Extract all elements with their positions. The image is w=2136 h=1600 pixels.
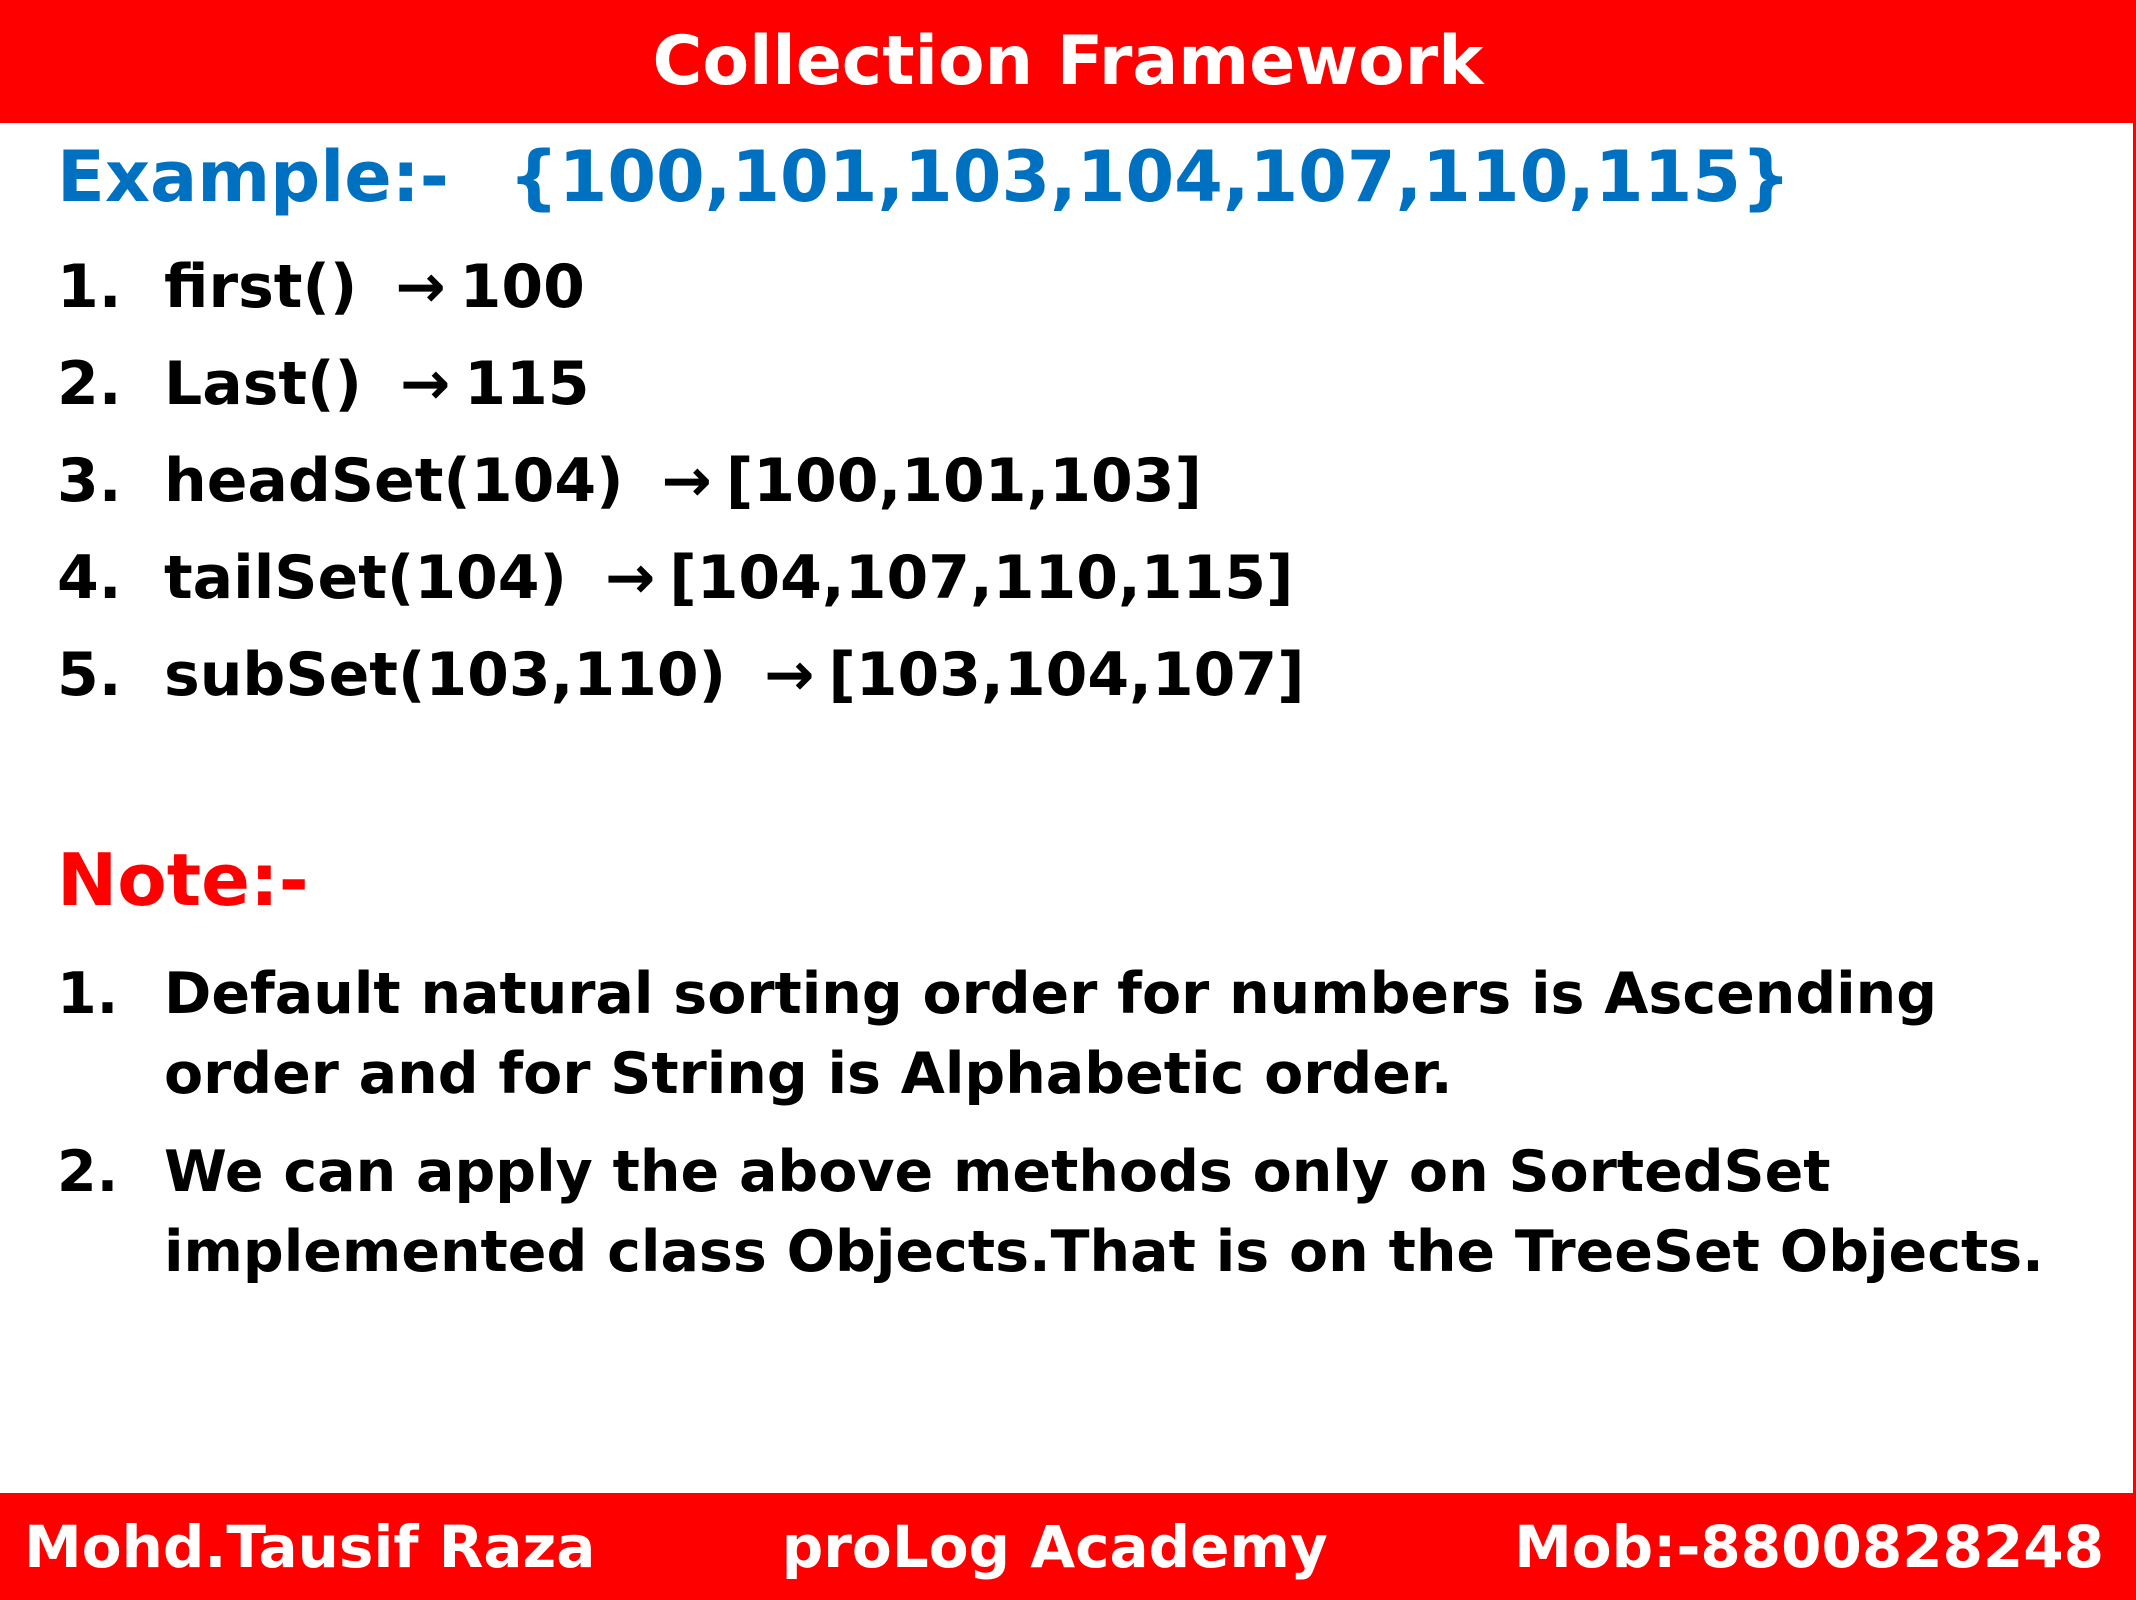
arrow-right-icon: → bbox=[661, 446, 712, 516]
header-bar: Collection Framework bbox=[0, 0, 2136, 123]
method-name: subSet(103,110) bbox=[164, 640, 727, 710]
example-heading: Example:- {100,101,103,104,107,110,115} bbox=[57, 136, 1791, 218]
list-item-number: 1. bbox=[57, 252, 122, 322]
list-item: 2. We can apply the above methods only o… bbox=[57, 1132, 2087, 1292]
footer-author: Mohd.Tausif Raza bbox=[24, 1512, 596, 1581]
footer-bar: Mohd.Tausif Raza proLog Academy Mob:-880… bbox=[0, 1493, 2136, 1600]
footer-mobile: Mob:-8800828248 bbox=[1514, 1512, 2104, 1581]
note-text: Default natural sorting order for number… bbox=[164, 961, 1938, 1107]
list-item-number: 3. bbox=[57, 446, 122, 516]
arrow-right-icon: → bbox=[764, 640, 815, 710]
list-item-number: 1. bbox=[57, 961, 119, 1027]
list-item-number: 2. bbox=[57, 1139, 119, 1205]
arrow-right-icon: → bbox=[604, 543, 656, 613]
list-item-number: 5. bbox=[57, 640, 122, 710]
example-set: {100,101,103,104,107,110,115} bbox=[508, 136, 1791, 218]
footer-academy: proLog Academy bbox=[781, 1512, 1328, 1581]
list-item: 5. subSet(103,110) → [103,104,107] bbox=[57, 640, 1305, 737]
example-label: Example:- bbox=[57, 136, 449, 218]
method-name: first() bbox=[164, 252, 358, 322]
methods-list: 1. first() → 100 2. Last() → 115 3. head… bbox=[57, 252, 1305, 737]
method-result: [103,104,107] bbox=[828, 640, 1305, 710]
method-result: [100,101,103] bbox=[725, 446, 1202, 516]
slide: Collection Framework Example:- {100,101,1… bbox=[0, 0, 2136, 1600]
list-item: 4. tailSet(104) → [104,107,110,115] bbox=[57, 543, 1305, 640]
arrow-right-icon: → bbox=[395, 252, 446, 322]
notes-list: 1. Default natural sorting order for num… bbox=[57, 954, 2087, 1310]
list-item: 2. Last() → 115 bbox=[57, 349, 1305, 446]
arrow-right-icon: → bbox=[399, 349, 451, 419]
note-text: We can apply the above methods only on S… bbox=[164, 1139, 2044, 1285]
list-item: 1. Default natural sorting order for num… bbox=[57, 954, 2087, 1114]
list-item-number: 2. bbox=[57, 349, 122, 419]
method-name: Last() bbox=[164, 349, 362, 419]
slide-title: Collection Framework bbox=[652, 22, 1484, 101]
note-heading: Note:- bbox=[57, 838, 309, 922]
method-name: headSet(104) bbox=[164, 446, 624, 516]
list-item: 1. first() → 100 bbox=[57, 252, 1305, 349]
list-item: 3. headSet(104) → [100,101,103] bbox=[57, 446, 1305, 543]
method-result: [104,107,110,115] bbox=[669, 543, 1294, 613]
method-name: tailSet(104) bbox=[164, 543, 567, 613]
list-item-number: 4. bbox=[57, 543, 122, 613]
method-result: 100 bbox=[459, 252, 585, 322]
method-result: 115 bbox=[464, 349, 590, 419]
